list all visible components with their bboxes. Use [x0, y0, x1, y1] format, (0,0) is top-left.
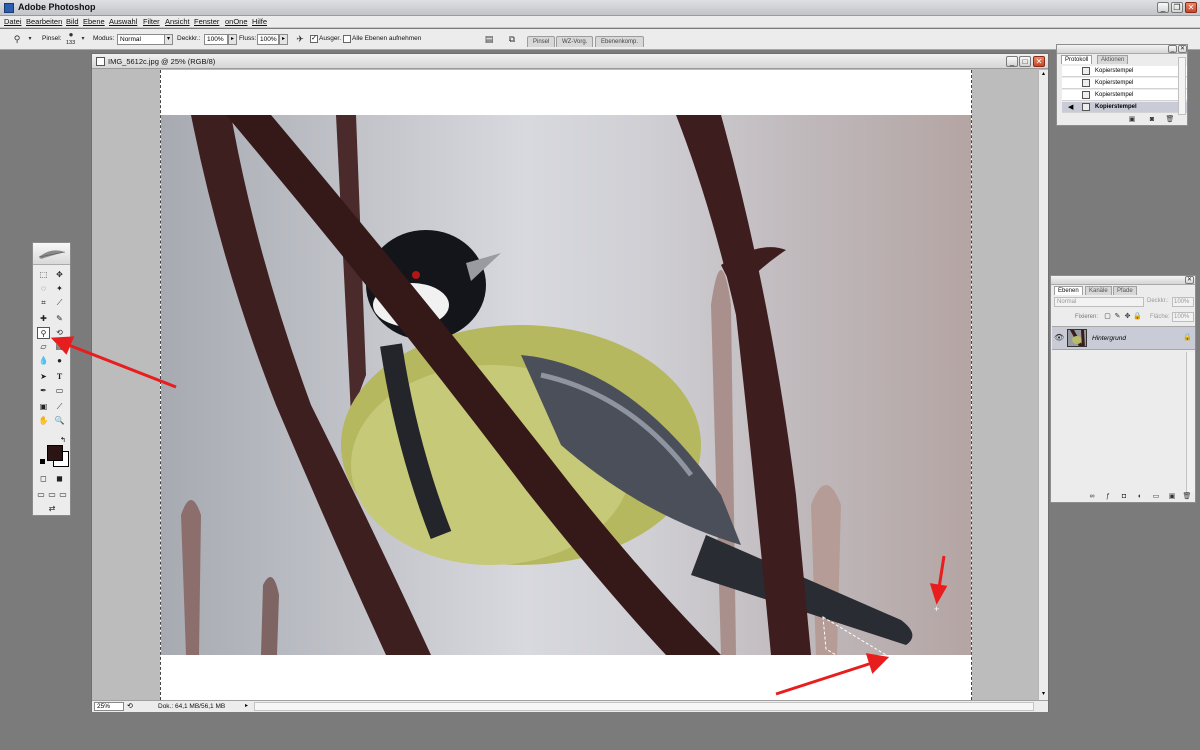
- delete-state-icon[interactable]: 🗑: [1165, 115, 1175, 125]
- history-item-label: Kopierstempel: [1095, 80, 1134, 86]
- link-layers-icon[interactable]: ∞: [1087, 492, 1097, 502]
- lock-pixels-icon[interactable]: ✎: [1113, 312, 1122, 322]
- lock-position-icon[interactable]: ✥: [1123, 312, 1132, 322]
- blend-mode-value: Normal: [1057, 299, 1077, 305]
- delete-layer-icon[interactable]: 🗑: [1182, 492, 1192, 502]
- tab-pfade[interactable]: Pfade: [1113, 286, 1137, 295]
- history-item-current[interactable]: ◀ Kopierstempel: [1062, 102, 1187, 113]
- clone-stamp-history-icon: [1082, 91, 1090, 99]
- tab-label: Pfade: [1117, 288, 1133, 294]
- history-item-label: Kopierstempel: [1095, 68, 1134, 74]
- tab-kanaele[interactable]: Kanäle: [1085, 286, 1112, 295]
- arrow-to-clone-stamp: [50, 336, 177, 389]
- tab-protokoll[interactable]: Protokoll: [1061, 55, 1093, 64]
- tab-label: Aktionen: [1101, 57, 1125, 63]
- tab-label: Protokoll: [1065, 57, 1089, 63]
- new-snapshot-icon[interactable]: ◙: [1147, 115, 1157, 125]
- layers-panel: ✕ Ebenen Kanäle Pfade Normal Deckkr.: 10…: [1050, 275, 1196, 503]
- history-item[interactable]: Kopierstempel: [1062, 78, 1187, 89]
- fill-label: Fläche:: [1150, 314, 1170, 320]
- bird-thumbnail-drawing: [1070, 330, 1085, 346]
- layer-thumbnail: [1067, 329, 1087, 347]
- adjustment-layer-icon[interactable]: ◐: [1135, 492, 1145, 502]
- tab-ebenen[interactable]: Ebenen: [1054, 286, 1083, 295]
- layers-close-button[interactable]: ✕: [1185, 276, 1194, 284]
- history-minimize-button[interactable]: _: [1168, 45, 1177, 53]
- history-close-button[interactable]: ✕: [1178, 45, 1187, 53]
- layer-opacity-value: 100%: [1174, 299, 1190, 305]
- layer-mask-icon[interactable]: ◘: [1119, 492, 1129, 502]
- history-item-label: Kopierstempel: [1095, 92, 1134, 98]
- layer-name: Hintergrund: [1092, 335, 1126, 342]
- history-item-label: Kopierstempel: [1095, 104, 1137, 110]
- blend-mode-select[interactable]: Normal: [1054, 297, 1144, 307]
- history-item[interactable]: Kopierstempel: [1062, 66, 1187, 77]
- layer-opacity-label: Deckkr.:: [1147, 298, 1169, 304]
- tab-label: Ebenen: [1058, 288, 1079, 294]
- foreground-color-swatch[interactable]: [47, 445, 63, 461]
- tab-label: Kanäle: [1089, 288, 1108, 294]
- new-document-from-state-icon[interactable]: ▣: [1127, 115, 1137, 125]
- layer-visibility-eye-icon[interactable]: 👁: [1054, 333, 1064, 343]
- history-panel: _ ✕ Protokoll Aktionen Kopierstempel Kop…: [1056, 44, 1188, 126]
- layer-lock-icon: 🔒: [1183, 334, 1192, 341]
- arrow-to-brush-cursor: [775, 653, 890, 696]
- new-group-icon[interactable]: ▭: [1151, 492, 1161, 502]
- clone-stamp-history-icon: [1082, 103, 1090, 111]
- annotation-arrows: [50, 336, 948, 696]
- history-state-marker-icon: ◀: [1068, 104, 1074, 111]
- history-item[interactable]: Kopierstempel: [1062, 90, 1187, 101]
- lock-all-icon[interactable]: 🔒: [1133, 312, 1142, 322]
- history-panel-header[interactable]: _ ✕: [1057, 45, 1187, 54]
- arrow-to-source-point: [929, 555, 948, 605]
- new-layer-icon[interactable]: ▣: [1167, 492, 1177, 502]
- lock-label: Fixieren:: [1075, 314, 1099, 320]
- layer-style-icon[interactable]: ƒ: [1103, 492, 1113, 502]
- tab-aktionen[interactable]: Aktionen: [1097, 55, 1129, 64]
- layer-opacity-field[interactable]: 100%: [1172, 297, 1194, 307]
- clone-stamp-history-icon: [1082, 67, 1090, 75]
- fill-value: 100%: [1174, 314, 1190, 320]
- layers-panel-header[interactable]: ✕: [1051, 276, 1195, 285]
- layer-row-hintergrund[interactable]: 👁 Hintergrund 🔒: [1052, 326, 1195, 350]
- layers-scrollbar[interactable]: [1186, 352, 1195, 492]
- lock-transparency-icon[interactable]: ▢: [1103, 312, 1112, 322]
- history-scrollbar[interactable]: [1178, 57, 1186, 115]
- clone-stamp-history-icon: [1082, 79, 1090, 87]
- fill-field[interactable]: 100%: [1172, 312, 1194, 322]
